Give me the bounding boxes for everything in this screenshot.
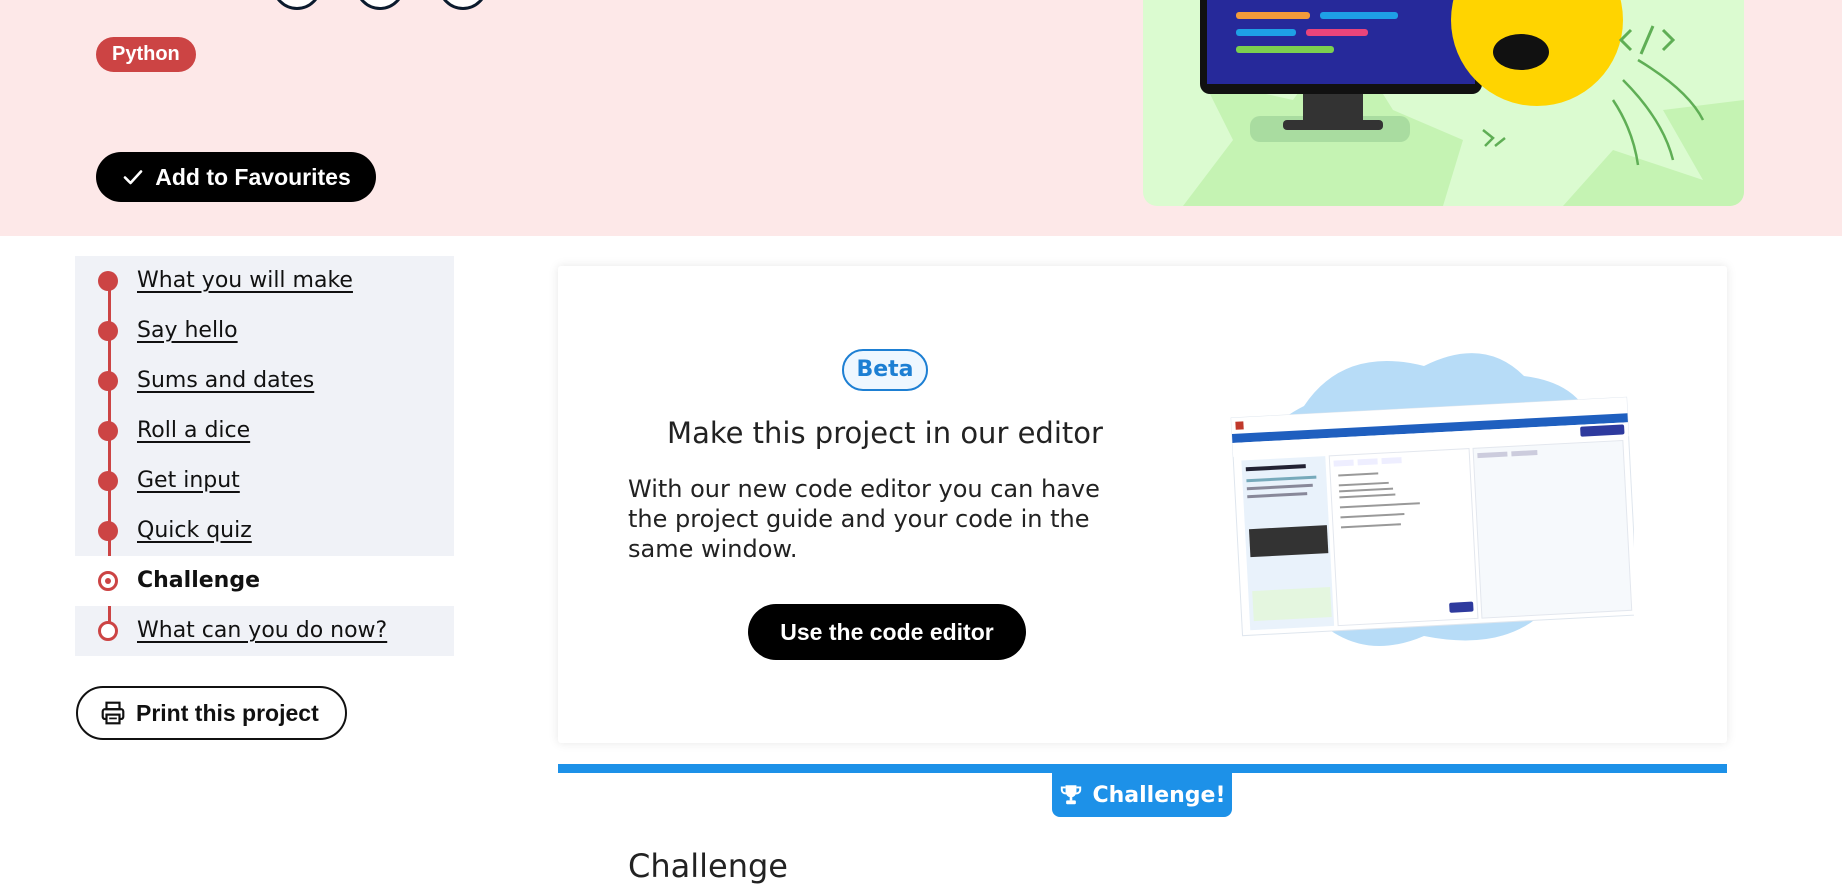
trophy-icon <box>1061 785 1082 805</box>
add-to-favourites-button[interactable]: Add to Favourites <box>96 152 376 202</box>
nav-item-label[interactable]: Roll a dice <box>137 418 250 443</box>
add-to-favourites-label: Add to Favourites <box>155 163 351 190</box>
nav-item-label[interactable]: Challenge <box>137 568 260 593</box>
nav-item-what-can-you-do-now[interactable]: What can you do now? <box>75 606 454 656</box>
nav-item-label[interactable]: Say hello <box>137 318 238 343</box>
nav-item-get-input[interactable]: Get input <box>75 456 454 506</box>
project-steps-nav: What you will make Say hello Sums and da… <box>75 256 454 656</box>
nav-item-quick-quiz[interactable]: Quick quiz <box>75 506 454 556</box>
step-complete-marker <box>98 421 118 441</box>
level-indicators <box>272 0 488 10</box>
level-dot <box>438 0 488 10</box>
editor-card-title: Make this project in our editor <box>667 416 1103 450</box>
nav-item-label[interactable]: What can you do now? <box>137 618 387 643</box>
nav-item-say-hello[interactable]: Say hello <box>75 306 454 356</box>
step-complete-marker <box>98 471 118 491</box>
level-dot <box>272 0 322 10</box>
nav-item-label[interactable]: Quick quiz <box>137 518 252 543</box>
editor-card-description: With our new code editor you can have th… <box>628 475 1100 563</box>
step-current-marker <box>98 571 118 591</box>
use-code-editor-button[interactable]: Use the code editor <box>748 604 1026 660</box>
step-incomplete-marker <box>98 621 118 641</box>
hero-illustration <box>1143 0 1744 206</box>
step-complete-marker <box>98 271 118 291</box>
language-tag[interactable]: Python <box>96 37 196 72</box>
challenge-divider <box>558 764 1727 773</box>
nav-item-what-you-will-make[interactable]: What you will make <box>75 256 454 306</box>
level-dot <box>355 0 405 10</box>
step-complete-marker <box>98 521 118 541</box>
print-project-label: Print this project <box>136 699 319 726</box>
nav-item-sums-and-dates[interactable]: Sums and dates <box>75 356 454 406</box>
nav-item-challenge[interactable]: Challenge <box>75 556 454 606</box>
project-hero: Python Add to Favourites <box>0 0 1842 236</box>
print-project-button[interactable]: Print this project <box>76 686 347 740</box>
step-complete-marker <box>98 321 118 341</box>
printer-icon <box>101 701 125 725</box>
nav-item-label[interactable]: Sums and dates <box>137 368 314 393</box>
nav-item-roll-a-dice[interactable]: Roll a dice <box>75 406 454 456</box>
challenge-badge-label: Challenge! <box>1092 782 1226 808</box>
step-complete-marker <box>98 371 118 391</box>
nav-item-label[interactable]: What you will make <box>137 268 353 293</box>
code-editor-card: Beta Make this project in our editor Wit… <box>558 266 1727 743</box>
checkmark-icon <box>123 170 143 185</box>
beta-badge: Beta <box>842 349 928 391</box>
challenge-badge: Challenge! <box>1052 773 1232 817</box>
nav-item-label[interactable]: Get input <box>137 468 240 493</box>
editor-preview-illustration <box>1224 336 1639 666</box>
challenge-heading: Challenge <box>628 847 788 885</box>
